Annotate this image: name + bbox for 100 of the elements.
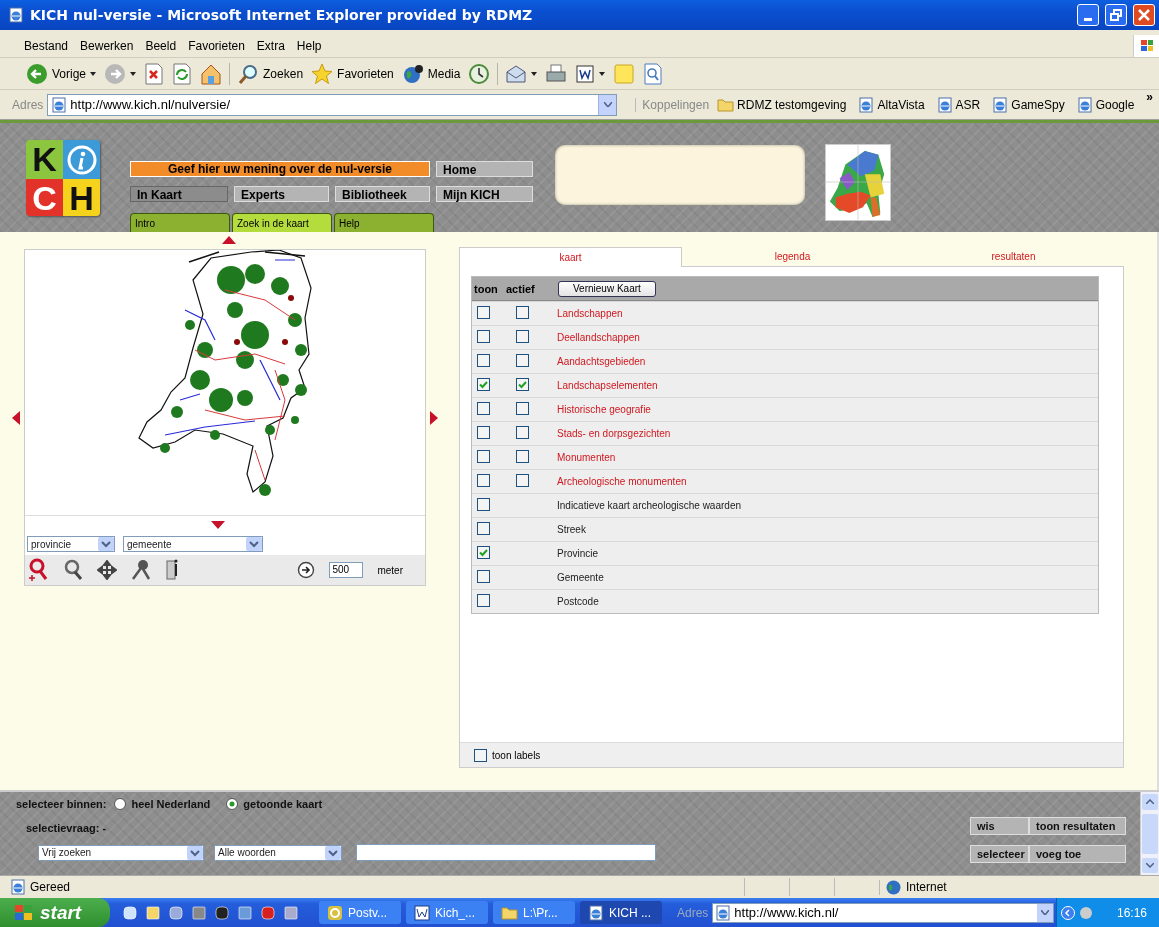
layer-link[interactable]: Historische geografie [557,404,651,415]
nav-button[interactable]: In Kaart [130,186,228,202]
nav-button[interactable]: Bibliotheek [335,186,430,202]
identify-tool-icon[interactable] [131,559,151,581]
show-checkbox[interactable] [477,594,490,607]
toolbar-button[interactable]: Favorieten [307,59,398,88]
active-checkbox[interactable] [516,402,529,415]
show-checkbox[interactable] [477,546,490,559]
menu-item[interactable]: Favorieten [182,36,251,55]
link-button[interactable]: Google [1072,96,1139,113]
layer-link[interactable]: Archeologische monumenten [557,476,687,487]
quick-launch-icon[interactable] [145,904,161,921]
toolbar-button[interactable]: Vorige [22,59,101,88]
zoom-in-icon[interactable] [27,558,49,582]
active-checkbox[interactable] [516,378,529,391]
show-checkbox[interactable] [477,306,490,319]
feedback-banner-link[interactable]: Geef hier uw mening over de nul-versie [130,161,430,177]
show-checkbox[interactable] [477,450,490,463]
kich-logo[interactable]: K C H [26,140,100,216]
info-tool-icon[interactable] [165,559,179,581]
toolbar-button[interactable]: Zoeken [233,59,308,88]
quick-launch-icon[interactable] [260,904,276,921]
address-field[interactable]: http://www.kich.nl/ [712,902,1055,923]
layer-link[interactable]: Stads- en dorpsgezichten [557,428,671,439]
layer-link[interactable]: Landschapselementen [557,380,658,391]
minimize-button[interactable] [1077,4,1099,26]
link-button[interactable]: ASR [932,96,985,113]
menu-item[interactable]: Extra [250,36,291,55]
active-checkbox[interactable] [516,450,529,463]
pan-right-arrow-icon[interactable] [430,410,438,425]
menu-item[interactable]: Help [290,36,328,55]
show-checkbox[interactable] [477,474,490,487]
quick-launch-icon[interactable] [283,904,299,921]
taskbar-button[interactable]: L:\Pr... [493,901,575,924]
show-checkbox[interactable] [477,402,490,415]
show-checkbox[interactable] [477,426,490,439]
layer-link[interactable]: Aandachtsgebieden [557,356,646,367]
sub-tab[interactable]: Intro [130,213,230,232]
province-select[interactable]: provincie [27,536,115,552]
word-match-select[interactable]: Alle woorden [214,844,342,861]
radio-button[interactable] [114,798,127,810]
show-checkbox[interactable] [477,354,490,367]
refresh-map-button[interactable]: Vernieuw Kaart [558,280,656,297]
quick-launch-icon[interactable] [214,904,230,921]
active-checkbox[interactable] [516,426,529,439]
pan-down-arrow-icon[interactable] [211,520,225,529]
taskbar-button[interactable]: Postv... [319,901,401,924]
pan-left-arrow-icon[interactable] [12,410,20,425]
action-button[interactable]: toon resultaten [1029,817,1126,835]
address-field[interactable]: http://www.kich.nl/nulversie/ [47,93,618,116]
show-checkbox[interactable] [477,570,490,583]
action-button[interactable]: wis [970,817,1029,835]
link-button[interactable]: AltaVista [854,96,929,113]
active-checkbox[interactable] [516,354,529,367]
show-checkbox[interactable] [477,330,490,343]
menu-item[interactable]: Bestand [18,36,75,55]
link-button[interactable]: GameSpy [988,96,1069,113]
pan-up-arrow-icon[interactable] [222,236,236,244]
radio-button[interactable] [226,798,239,810]
active-checkbox[interactable] [516,330,529,343]
layer-label: Streek [557,524,586,535]
go-icon[interactable] [297,561,316,579]
toolbar-button[interactable]: Media [397,59,465,88]
quick-launch-icon[interactable] [168,904,184,921]
zoom-out-icon[interactable] [63,559,83,581]
link-button[interactable]: RDMZ testomgeving [713,97,851,112]
municipality-select[interactable]: gemeente [123,536,263,552]
search-input[interactable] [356,844,656,861]
action-button[interactable]: voeg toe [1029,845,1126,863]
province-map-thumbnail-drawing[interactable] [825,144,891,221]
sub-tab[interactable]: Help [334,213,434,232]
show-checkbox[interactable] [477,498,490,511]
active-checkbox[interactable] [516,306,529,319]
sub-tab[interactable]: Zoek in de kaart [232,213,332,232]
layer-link[interactable]: Landschappen [557,308,623,319]
menu-item[interactable]: Bewerken [74,36,140,55]
nav-button[interactable]: Experts [234,186,329,202]
active-checkbox[interactable] [516,474,529,487]
show-checkbox[interactable] [477,522,490,535]
close-button[interactable] [1133,4,1155,26]
pan-icon[interactable] [97,560,117,580]
logo-letter: K [26,140,63,179]
panel-tab[interactable]: kaart [459,247,682,267]
quick-launch-icon[interactable] [237,904,253,921]
labels-checkbox[interactable] [474,748,487,762]
more-links-button[interactable]: » [1146,90,1153,104]
search-type-select[interactable]: Vrij zoeken [38,844,204,861]
layer-link[interactable]: Monumenten [557,452,616,463]
taskbar-button[interactable]: Kich_... [406,901,488,924]
taskbar-button[interactable]: KICH ... [580,901,662,924]
layer-link[interactable]: Deellandschappen [557,332,640,343]
quick-launch-icon[interactable] [122,904,138,921]
nav-button[interactable]: Home [436,161,533,177]
nav-button[interactable]: Mijn KICH [436,186,533,202]
menu-item[interactable]: Beeld [139,36,183,55]
action-button[interactable]: selecteer [970,845,1029,863]
show-checkbox[interactable] [477,378,490,391]
restore-button[interactable] [1105,4,1127,26]
scale-field[interactable]: 500 [329,562,364,578]
scrollbar[interactable] [1140,792,1159,875]
